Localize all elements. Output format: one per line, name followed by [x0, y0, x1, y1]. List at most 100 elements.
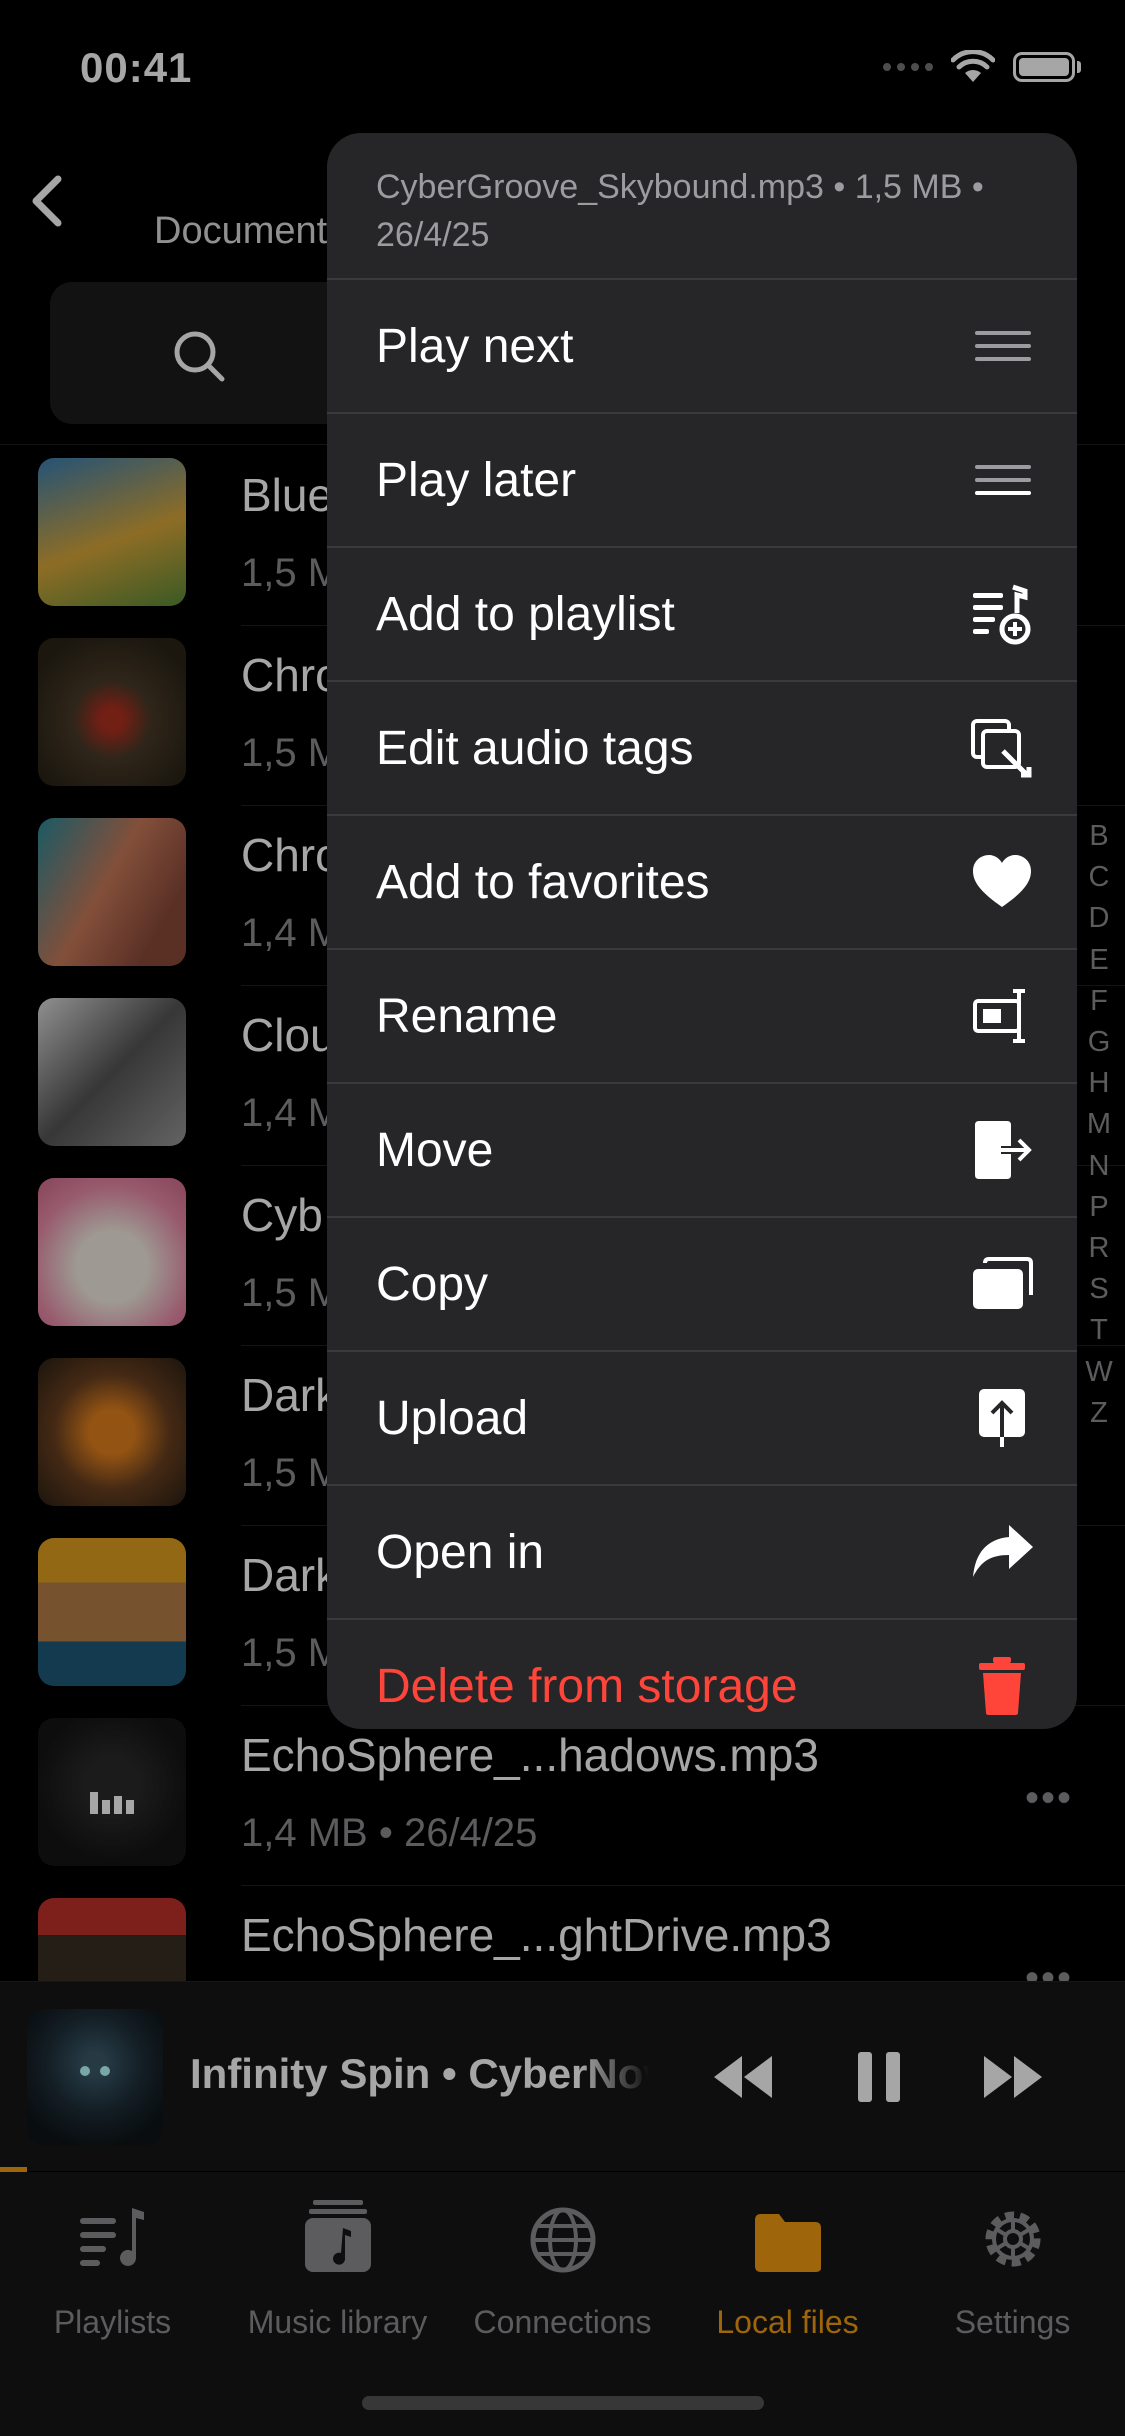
cellular-signal-icon [883, 63, 933, 71]
menu-item-edit-audio-tags[interactable]: Edit audio tags [327, 680, 1077, 814]
file-name: Clou [241, 1009, 336, 1061]
menu-item-label: Add to favorites [376, 855, 710, 909]
menu-item-label: Open in [376, 1525, 545, 1579]
album-art [38, 458, 186, 606]
status-bar: 00:41 [0, 0, 1125, 130]
index-letter[interactable]: M [1081, 1104, 1117, 1145]
menu-item-label: Upload [376, 1391, 529, 1445]
menu-item-open-in[interactable]: Open in [327, 1484, 1077, 1618]
album-art [38, 1178, 186, 1326]
file-name: Dark [241, 1549, 339, 1601]
index-letter[interactable]: D [1081, 898, 1117, 939]
index-letter[interactable]: G [1081, 1022, 1117, 1063]
index-letter[interactable]: S [1081, 1269, 1117, 1310]
menu-item-label: Add to playlist [376, 587, 675, 641]
index-letter[interactable]: B [1081, 816, 1117, 857]
pause-icon[interactable] [842, 2040, 916, 2114]
menu-file-info: CyberGroove_Skybound.mp3 • 1,5 MB • 26/4… [376, 168, 984, 254]
menu-item-upload[interactable]: Upload [327, 1350, 1077, 1484]
album-art [38, 818, 186, 966]
menu-item-label: Edit audio tags [376, 721, 694, 775]
menu-item-rename[interactable]: Rename [327, 948, 1077, 1082]
index-letter[interactable]: N [1081, 1146, 1117, 1187]
fast-forward-icon[interactable] [976, 2040, 1050, 2114]
index-letter[interactable]: C [1081, 857, 1117, 898]
tab-label: Music library [247, 2304, 428, 2340]
page-title: Documents [154, 210, 347, 252]
playlists-icon [79, 2208, 144, 2266]
list-item[interactable]: EchoSphere_...hadows.mp3 1,4 MB • 26/4/2… [0, 1706, 1125, 1886]
album-art [38, 1538, 186, 1686]
music-library-icon [304, 2200, 371, 2272]
file-meta: 1,4 MB • 26/4/25 [241, 1811, 538, 1855]
mini-player[interactable]: Infinity Spin • CyberNova [0, 1981, 1125, 2171]
edit-tags-icon [971, 719, 1032, 778]
menu-item-play-later[interactable]: Play later [327, 412, 1077, 546]
menu-item-delete-from-storage[interactable]: Delete from storage [327, 1618, 1077, 1729]
more-options-icon[interactable]: ••• [1025, 1956, 1073, 1981]
file-name: EchoSphere_...hadows.mp3 [241, 1729, 819, 1781]
battery-icon [1013, 52, 1075, 82]
menu-item-label: Copy [376, 1257, 489, 1311]
menu-item-move[interactable]: Move [327, 1082, 1077, 1216]
move-icon [975, 1121, 1035, 1179]
menu-item-add-to-favorites[interactable]: Add to favorites [327, 814, 1077, 948]
rewind-icon[interactable] [706, 2040, 780, 2114]
album-art [38, 1718, 186, 1866]
file-name: Cyb [241, 1189, 323, 1241]
tab-settings[interactable]: Settings [900, 2200, 1125, 2341]
tab-label: Settings [954, 2304, 1071, 2340]
menu-item-label: Move [376, 1123, 494, 1177]
album-art [38, 1358, 186, 1506]
menu-item-play-next[interactable]: Play next [327, 278, 1077, 412]
album-art [38, 1898, 186, 1981]
list-item[interactable]: EchoSphere_...ghtDrive.mp3 ••• [0, 1886, 1125, 1981]
index-letter[interactable]: H [1081, 1063, 1117, 1104]
home-indicator[interactable] [362, 2396, 764, 2410]
file-name: Chro [241, 649, 341, 701]
tab-label: Connections [473, 2304, 652, 2340]
upload-icon [979, 1389, 1025, 1447]
tab-playlists[interactable]: Playlists [0, 2200, 225, 2341]
tab-local-files[interactable]: Local files [675, 2200, 900, 2341]
menu-item-label: Play next [376, 319, 574, 373]
file-name: EchoSphere_...ghtDrive.mp3 [241, 1909, 832, 1961]
index-letter[interactable]: Z [1081, 1393, 1117, 1434]
rename-icon [973, 989, 1025, 1043]
menu-item-add-to-playlist[interactable]: Add to playlist [327, 546, 1077, 680]
heart-icon [973, 855, 1031, 907]
index-letter[interactable]: R [1081, 1228, 1117, 1269]
status-time: 00:41 [80, 44, 193, 91]
alphabet-index[interactable]: B C D E F G H M N P R S T W Z [1081, 816, 1117, 1434]
file-name: Dark [241, 1369, 339, 1421]
index-letter[interactable]: E [1081, 940, 1117, 981]
more-options-icon[interactable]: ••• [1025, 1776, 1073, 1821]
index-letter[interactable]: F [1081, 981, 1117, 1022]
now-playing-art [27, 2009, 163, 2145]
menu-item-copy[interactable]: Copy [327, 1216, 1077, 1350]
tab-label: Local files [716, 2304, 859, 2340]
gear-icon [985, 2211, 1040, 2267]
play-next-icon [975, 331, 1031, 361]
index-letter[interactable]: W [1081, 1352, 1117, 1393]
index-letter[interactable]: T [1081, 1310, 1117, 1351]
status-icons [883, 50, 1081, 84]
now-playing-title: Infinity Spin • CyberNova [190, 2050, 650, 2097]
back-chevron-icon[interactable] [18, 165, 78, 235]
album-art [38, 998, 186, 1146]
trash-icon [979, 1657, 1025, 1715]
play-later-icon [975, 465, 1031, 495]
tab-connections[interactable]: Connections [450, 2200, 675, 2341]
tab-label: Playlists [53, 2304, 172, 2340]
menu-item-label: Delete from storage [376, 1659, 798, 1713]
equalizer-icon [90, 1792, 134, 1814]
search-icon [174, 331, 225, 382]
file-name: Blue [241, 469, 334, 521]
globe-icon [530, 2207, 595, 2273]
folder-icon [754, 2214, 821, 2272]
file-name: Chro [241, 829, 341, 881]
share-icon [973, 1525, 1033, 1577]
copy-icon [973, 1257, 1033, 1309]
tab-music-library[interactable]: Music library [225, 2200, 450, 2341]
index-letter[interactable]: P [1081, 1187, 1117, 1228]
